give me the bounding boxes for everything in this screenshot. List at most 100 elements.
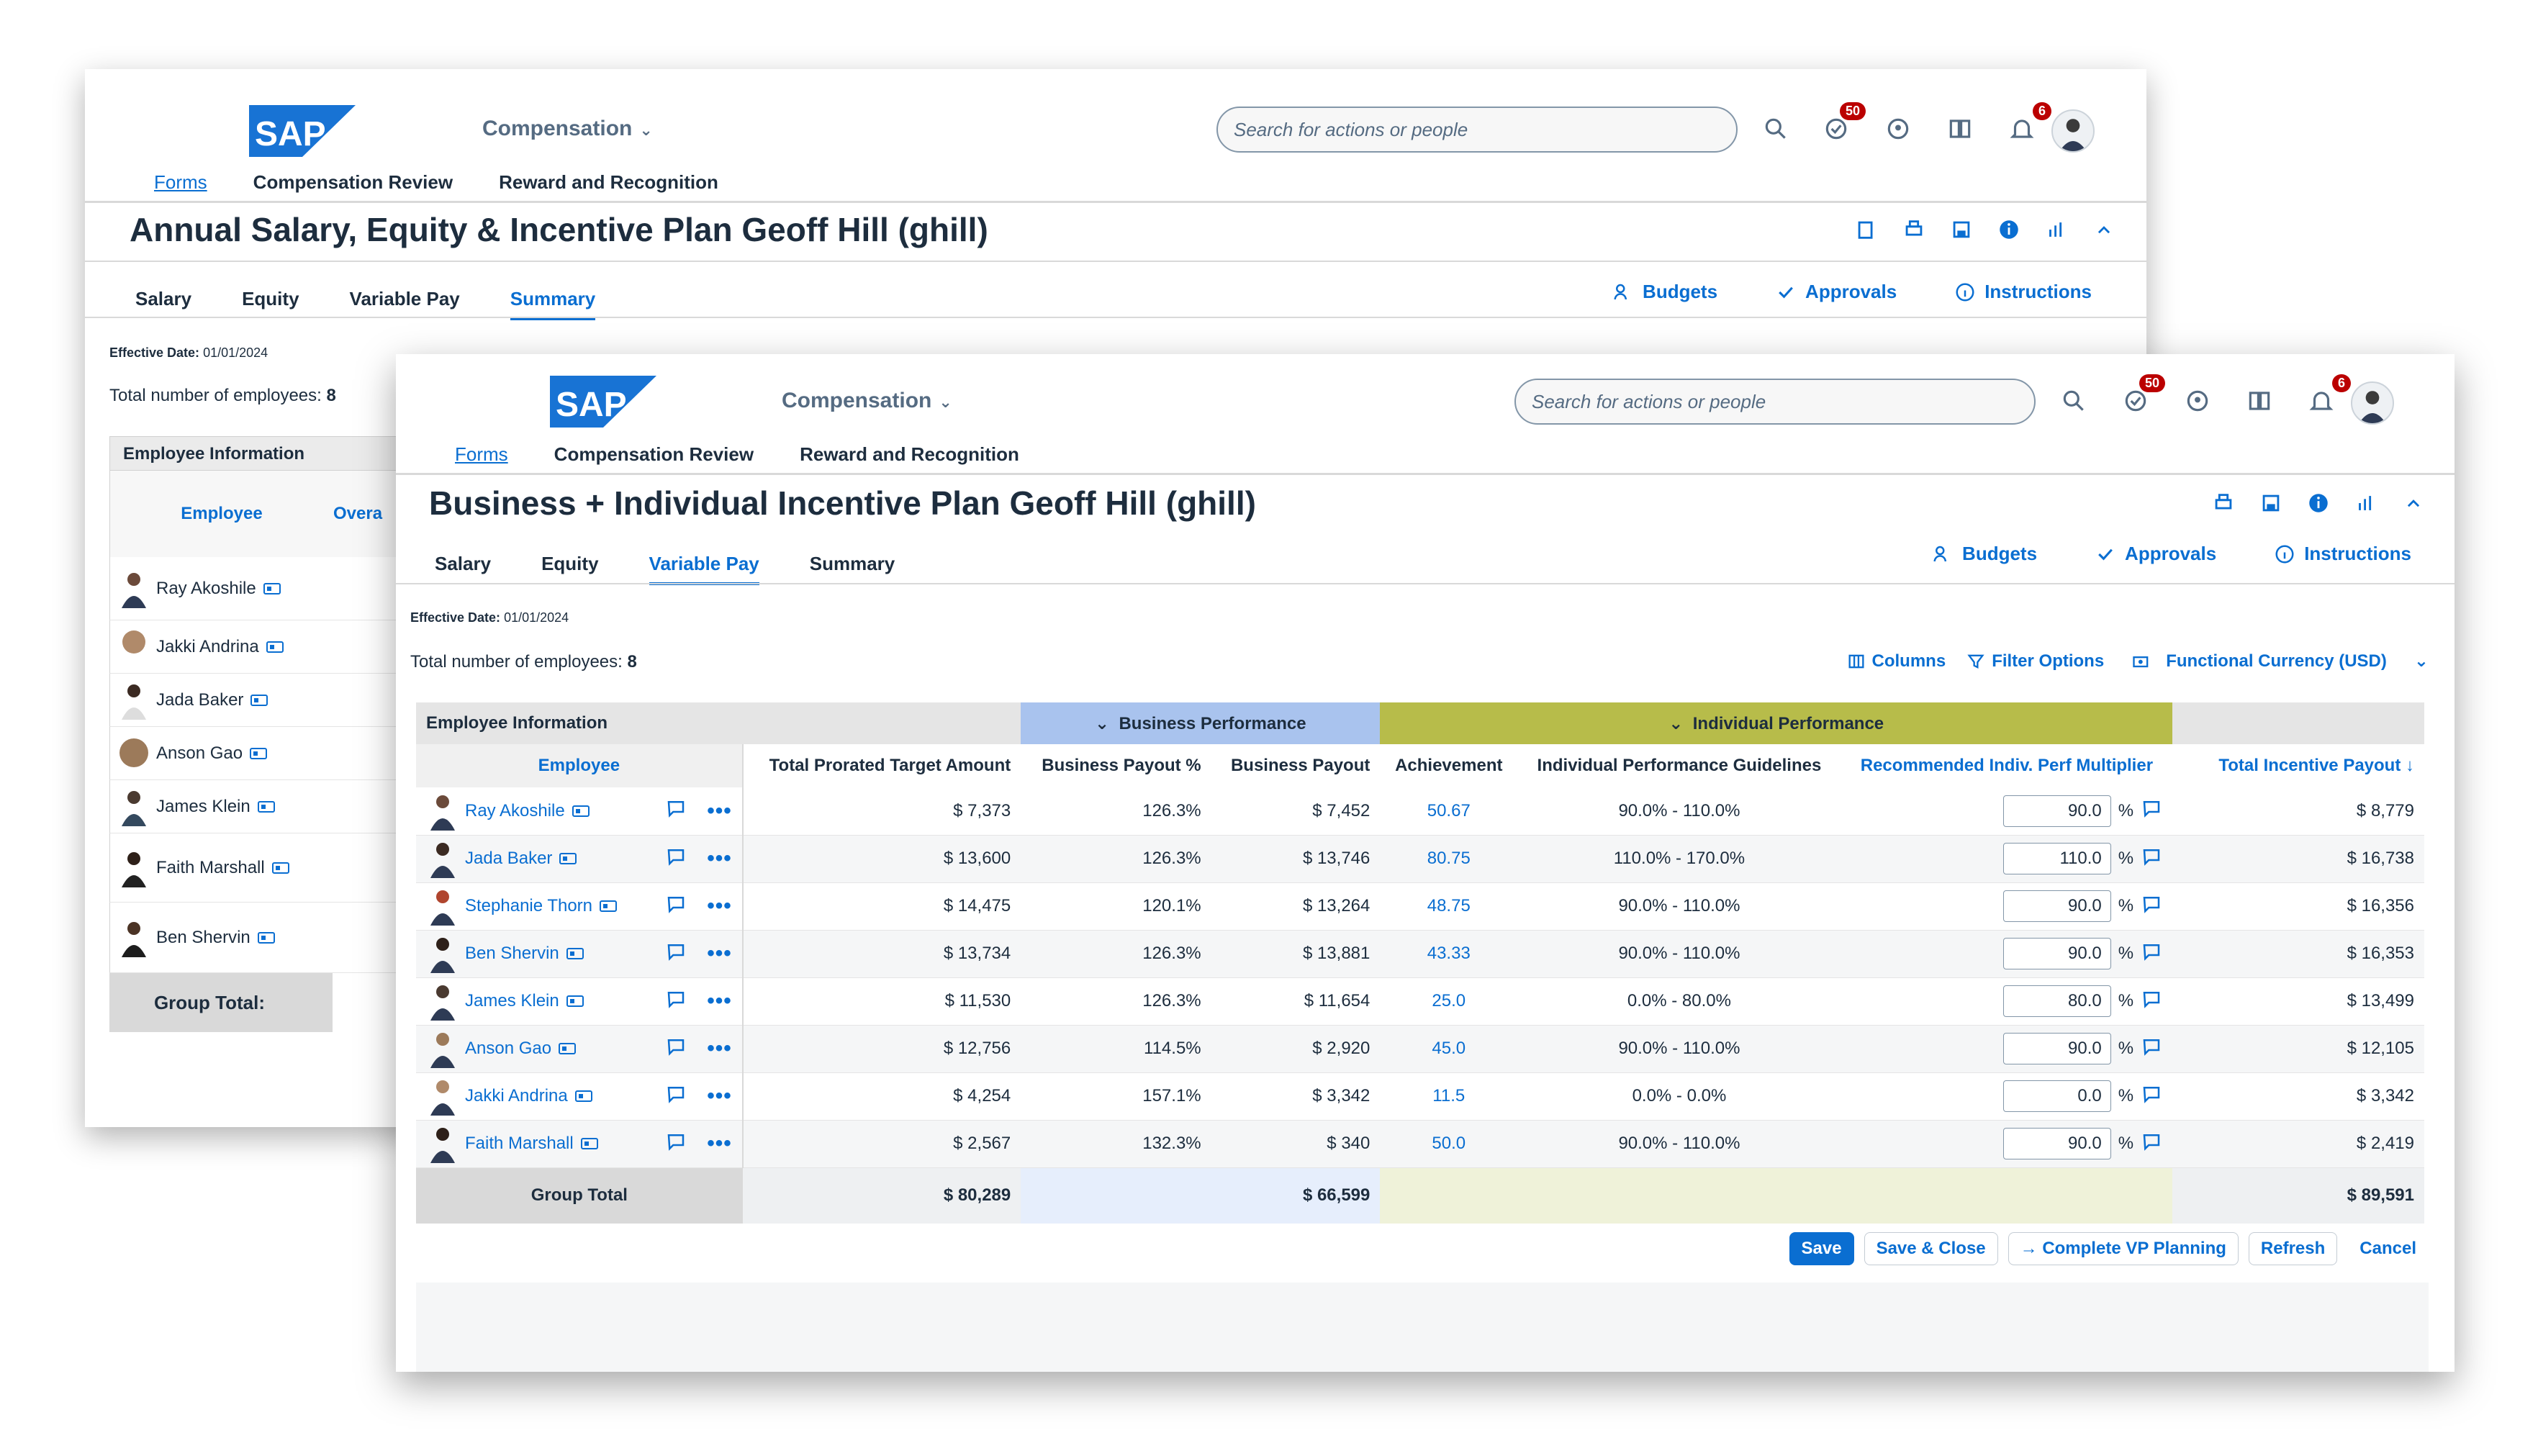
- achievement-link[interactable]: 25.0: [1380, 977, 1518, 1026]
- employee-column-header[interactable]: Employee: [416, 744, 744, 787]
- business-pct-column-header[interactable]: Business Payout %: [1021, 744, 1211, 787]
- multiplier-input[interactable]: 110.0: [2002, 843, 2111, 874]
- achievement-column-header[interactable]: Achievement: [1380, 744, 1517, 787]
- business-card-icon[interactable]: [580, 1138, 598, 1149]
- total-payout-column-header[interactable]: Total Incentive Payout ↓: [2172, 744, 2424, 787]
- comment-icon[interactable]: [2141, 1036, 2162, 1062]
- save-close-button[interactable]: Save & Close: [1864, 1232, 1998, 1265]
- employee-cell[interactable]: James Klein •••: [416, 977, 744, 1026]
- multiplier-input[interactable]: 90.0: [2002, 938, 2111, 969]
- table-row[interactable]: James Klein: [109, 780, 397, 833]
- search-icon[interactable]: [2059, 386, 2089, 416]
- employee-name-link[interactable]: James Klein: [465, 991, 559, 1011]
- nav-reward-recognition[interactable]: Reward and Recognition: [499, 171, 718, 194]
- approvals-button[interactable]: Approvals: [2095, 543, 2216, 565]
- tab-summary[interactable]: Summary: [510, 288, 596, 320]
- filter-options-button[interactable]: Filter Options: [1966, 651, 2104, 672]
- comment-icon[interactable]: [2141, 941, 2162, 967]
- more-options-icon[interactable]: •••: [707, 990, 732, 1012]
- table-row[interactable]: James Klein ••• $ 11,530 126.3% $ 11,654 25.0…: [416, 977, 2424, 1026]
- employee-cell[interactable]: Jada Baker •••: [416, 835, 744, 883]
- more-options-icon[interactable]: •••: [707, 800, 732, 821]
- comment-icon[interactable]: [665, 1131, 687, 1157]
- refresh-button[interactable]: Refresh: [2248, 1232, 2338, 1265]
- chart-icon[interactable]: [2044, 217, 2070, 243]
- employee-name-link[interactable]: Ben Shervin: [465, 944, 559, 964]
- comment-icon[interactable]: [665, 1083, 687, 1110]
- more-options-icon[interactable]: •••: [707, 1085, 732, 1107]
- table-row[interactable]: Jada Baker: [109, 674, 397, 727]
- multiplier-input[interactable]: 80.0: [2002, 985, 2111, 1017]
- todo-icon[interactable]: 50: [1821, 102, 1866, 144]
- comment-icon[interactable]: [2141, 846, 2162, 872]
- achievement-link[interactable]: 11.5: [1380, 1072, 1518, 1121]
- employee-name-link[interactable]: Jada Baker: [465, 849, 552, 869]
- nav-forms[interactable]: Forms: [455, 443, 508, 466]
- comment-icon[interactable]: [665, 846, 687, 872]
- target-column-header[interactable]: Total Prorated Target Amount: [743, 744, 1021, 787]
- currency-select[interactable]: Functional Currency (USD) ⌄: [2131, 651, 2429, 672]
- notification-bell-icon[interactable]: 6: [2007, 102, 2051, 144]
- comment-icon[interactable]: [665, 988, 687, 1015]
- business-card-icon[interactable]: [559, 853, 577, 864]
- collapse-icon[interactable]: [2401, 491, 2427, 517]
- search-input[interactable]: Search for actions or people: [1514, 379, 2036, 425]
- tab-salary[interactable]: Salary: [435, 553, 491, 585]
- notification-bell-icon[interactable]: 6: [2306, 374, 2351, 416]
- employee-cell[interactable]: Ben Shervin •••: [416, 930, 744, 978]
- multiplier-input[interactable]: 90.0: [2002, 1128, 2111, 1159]
- group-individual-performance[interactable]: ⌄ Individual Performance: [1380, 702, 2173, 744]
- comment-icon[interactable]: [2141, 1083, 2162, 1110]
- nav-compensation-review[interactable]: Compensation Review: [554, 443, 754, 466]
- comment-icon[interactable]: [665, 941, 687, 967]
- employee-cell[interactable]: Stephanie Thorn •••: [416, 882, 744, 931]
- comment-icon[interactable]: [2141, 893, 2162, 920]
- todo-icon[interactable]: 50: [2121, 374, 2165, 416]
- table-row[interactable]: Anson Gao: [109, 727, 397, 780]
- table-row[interactable]: Jakki Andrina ••• $ 4,254 157.1% $ 3,342 11.5…: [416, 1072, 2424, 1121]
- collapse-icon[interactable]: [2092, 217, 2118, 243]
- business-card-icon[interactable]: [559, 1043, 577, 1054]
- employee-name-link[interactable]: Jakki Andrina: [465, 1086, 568, 1106]
- business-card-icon[interactable]: [566, 948, 584, 959]
- book-icon[interactable]: [1945, 114, 1975, 144]
- employee-cell[interactable]: Jakki Andrina •••: [416, 1072, 744, 1121]
- print-icon[interactable]: [2211, 491, 2237, 517]
- columns-button[interactable]: Columns: [1846, 651, 1946, 672]
- app-title-menu[interactable]: Compensation ⌄: [482, 117, 653, 141]
- employee-column-header[interactable]: Employee: [110, 504, 333, 524]
- business-card-icon[interactable]: [574, 1090, 592, 1102]
- table-row[interactable]: Ray Akoshile: [109, 557, 397, 620]
- cancel-button[interactable]: Cancel: [2347, 1232, 2429, 1265]
- tab-equity[interactable]: Equity: [541, 553, 598, 585]
- app-title-menu[interactable]: Compensation ⌄: [782, 389, 952, 413]
- comment-icon[interactable]: [665, 893, 687, 920]
- employee-cell[interactable]: Ray Akoshile •••: [416, 787, 744, 836]
- business-payout-column-header[interactable]: Business Payout: [1211, 744, 1381, 787]
- info-icon[interactable]: [1997, 217, 2023, 243]
- achievement-link[interactable]: 48.75: [1380, 882, 1518, 931]
- comment-icon[interactable]: [2141, 797, 2162, 824]
- print-icon[interactable]: [1902, 217, 1928, 243]
- stacked-icon[interactable]: [1854, 217, 1880, 243]
- employee-name-link[interactable]: Anson Gao: [465, 1039, 551, 1059]
- multiplier-column-header[interactable]: Recommended Indiv. Perf Multiplier: [1841, 744, 2172, 787]
- tab-variable-pay[interactable]: Variable Pay: [649, 553, 759, 585]
- more-options-icon[interactable]: •••: [707, 1133, 732, 1154]
- business-card-icon[interactable]: [566, 995, 584, 1007]
- more-options-icon[interactable]: •••: [707, 1038, 732, 1059]
- table-row[interactable]: Stephanie Thorn ••• $ 14,475 120.1% $ 13,264…: [416, 882, 2424, 931]
- employee-name-link[interactable]: Stephanie Thorn: [465, 896, 592, 916]
- save-icon[interactable]: [1949, 217, 1975, 243]
- table-row[interactable]: Faith Marshall: [109, 833, 397, 903]
- multiplier-input[interactable]: 0.0: [2002, 1080, 2111, 1112]
- user-avatar[interactable]: [2351, 381, 2394, 425]
- achievement-link[interactable]: 80.75: [1380, 835, 1518, 883]
- save-button[interactable]: Save: [1789, 1232, 1854, 1265]
- save-icon[interactable]: [2259, 491, 2285, 517]
- book-icon[interactable]: [2244, 386, 2275, 416]
- achievement-link[interactable]: 50.0: [1380, 1120, 1518, 1168]
- employee-cell[interactable]: Anson Gao •••: [416, 1025, 744, 1073]
- table-row[interactable]: Jakki Andrina: [109, 620, 397, 674]
- nav-reward-recognition[interactable]: Reward and Recognition: [800, 443, 1019, 466]
